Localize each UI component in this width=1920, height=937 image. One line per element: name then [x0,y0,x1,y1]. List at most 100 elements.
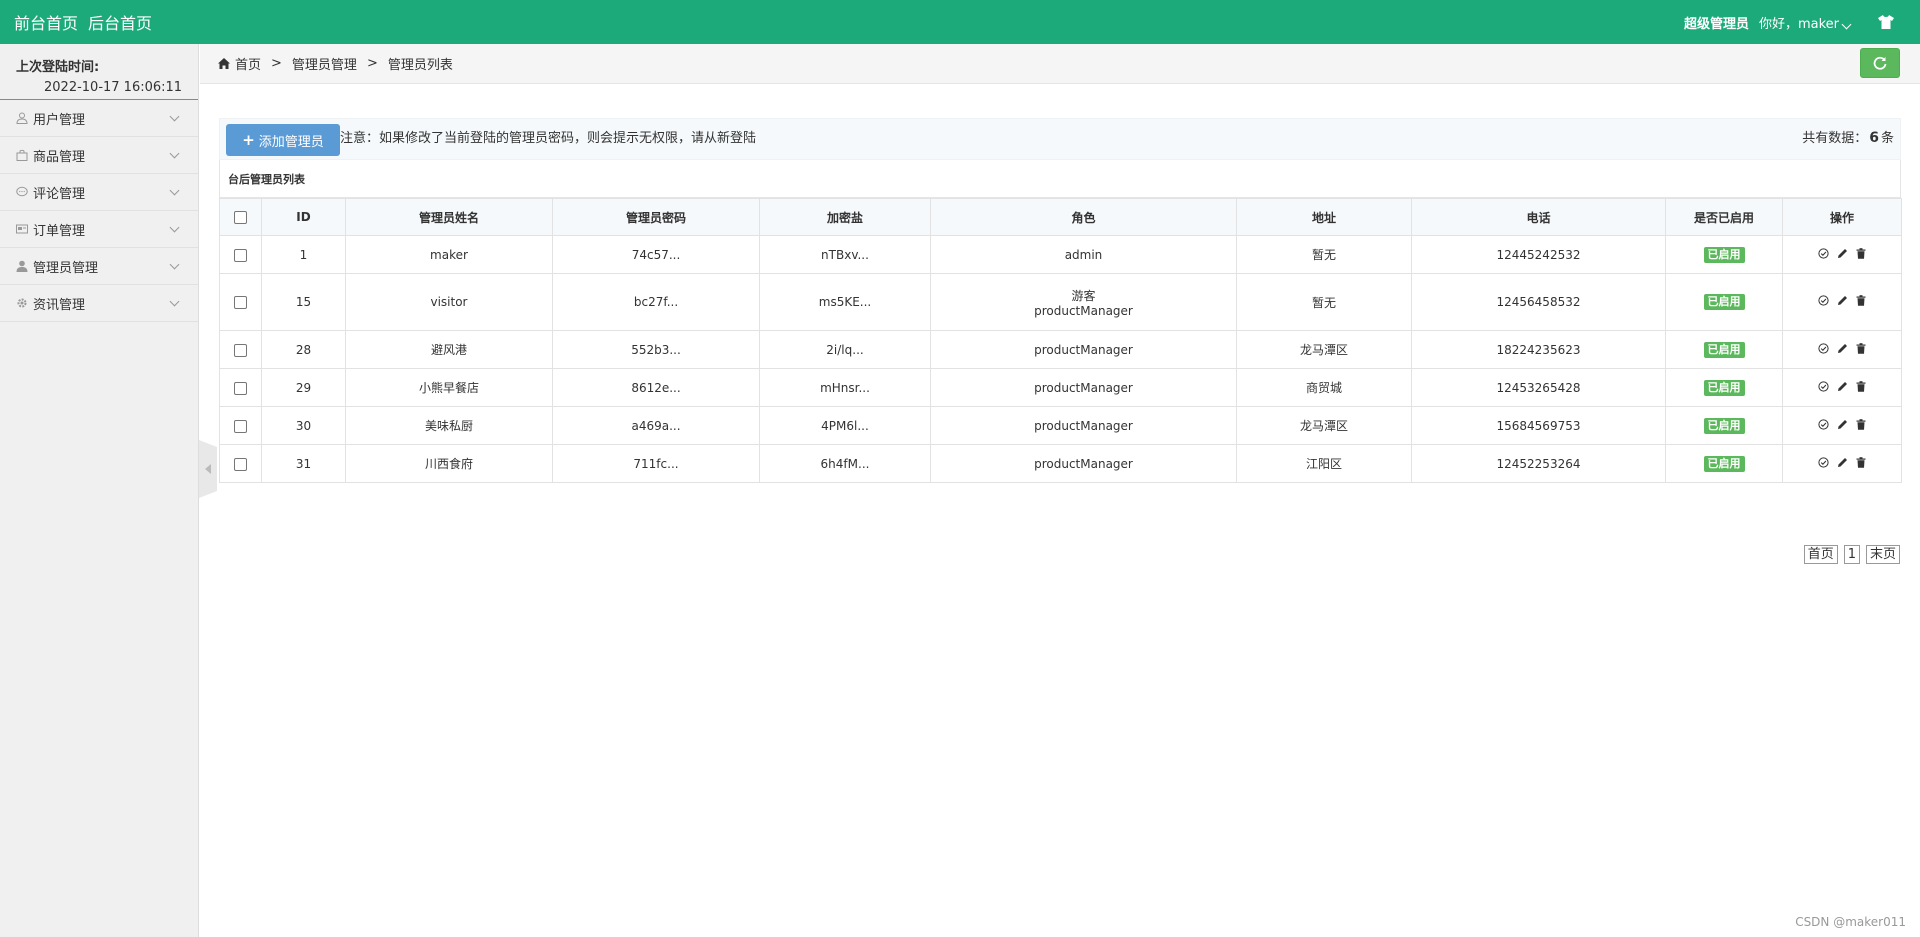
status-badge[interactable]: 已启用 [1703,341,1745,358]
table-row: 31 川西食府 711fc... 6h4fM... productManager 江阳区 1… [219,444,1902,483]
admin-table: ID 管理员姓名 管理员密码 加密盐 角色 地址 电话 是否已启用 操作 1 ma… [219,198,1902,483]
actions-cell [1782,444,1902,483]
edit-icon[interactable] [1837,295,1848,306]
sidebar-item-news[interactable]: 资讯管理 [0,285,198,322]
actions-cell [1782,235,1902,274]
chevron-down-icon [169,259,180,270]
status-badge[interactable]: 已启用 [1703,455,1745,472]
row-checkbox[interactable] [234,296,247,309]
main-content: + 添加管理员 注意：如果修改了当前登陆的管理员密码，则会提示无权限，请从新登陆 … [219,118,1902,483]
delete-icon[interactable] [1856,418,1866,430]
select-all-checkbox[interactable] [234,211,247,224]
watermark: CSDN @maker011 [1795,915,1906,929]
chevron-down-icon [169,296,180,307]
edit-icon[interactable] [1837,419,1848,430]
sidebar-item-users[interactable]: 用户管理 [0,100,198,137]
top-navbar: 前台首页 后台首页 超级管理员 你好，maker [0,0,1920,44]
nav-backend-home[interactable]: 后台首页 [88,10,152,34]
toggle-status-icon[interactable] [1818,295,1829,306]
column-header: 加密盐 [759,198,931,236]
role-value: 游客 [1071,288,1096,303]
breadcrumb-admin-management[interactable]: 管理员管理 [292,54,357,73]
name-cell: 避风港 [345,330,553,369]
refresh-button[interactable] [1860,48,1900,78]
home-icon [218,58,230,69]
role-cell: productManager [930,406,1237,445]
sidebar-item-comments[interactable]: 评论管理 [0,174,198,211]
delete-icon[interactable] [1856,247,1866,259]
shirt-icon[interactable] [1878,15,1894,29]
salt-cell: mHnsr... [759,368,931,407]
sidebar-item-orders[interactable]: 订单管理 [0,211,198,248]
table-row: 28 避风港 552b3... 2i/lq... productManager 龙马潭区 1… [219,330,1902,369]
delete-icon[interactable] [1856,295,1866,306]
sidebar: 上次登陆时间: 2022-10-17 16:06:11 用户管理 商品管理 评论… [0,44,199,937]
nav-frontend-home[interactable]: 前台首页 [14,10,78,34]
toggle-status-icon[interactable] [1818,418,1829,430]
column-header: 电话 [1411,198,1666,236]
row-checkbox[interactable] [234,248,247,262]
user-role: 超级管理员 [1683,16,1749,32]
user-menu[interactable]: 你好，maker [1759,13,1852,32]
role-value: productManager [1034,303,1133,318]
row-checkbox[interactable] [234,419,247,433]
sidebar-collapse-handle[interactable] [199,440,217,498]
delete-icon[interactable] [1856,342,1866,354]
status-badge[interactable]: 已启用 [1703,246,1745,263]
column-header: 是否已启用 [1665,198,1783,236]
password-cell: 711fc... [552,444,760,483]
toggle-status-icon[interactable] [1818,342,1829,354]
toggle-status-icon[interactable] [1818,380,1829,392]
table-header-row: ID 管理员姓名 管理员密码 加密盐 角色 地址 电话 是否已启用 操作 [219,198,1902,236]
sidebar-item-label: 评论管理 [33,186,86,202]
row-checkbox[interactable] [234,343,247,357]
status-badge[interactable]: 已启用 [1703,417,1745,434]
last-page-button[interactable]: 末页 [1865,545,1900,564]
first-page-button[interactable]: 首页 [1803,545,1838,564]
row-checkbox[interactable] [234,457,247,471]
row-checkbox[interactable] [234,381,247,395]
status-badge[interactable]: 已启用 [1703,294,1745,310]
password-cell: 8612e... [552,368,760,407]
row-select-cell [219,235,262,274]
status-cell: 已启用 [1665,444,1783,483]
toggle-status-icon[interactable] [1818,456,1829,468]
user-icon [15,112,28,125]
id-cell: 31 [261,444,346,483]
sidebar-item-admins[interactable]: 管理员管理 [0,248,198,285]
toggle-status-icon[interactable] [1818,247,1829,259]
table-row: 30 美味私厨 a469a... 4PM6l... productManager 龙马潭区… [219,406,1902,445]
id-cell: 15 [261,273,346,331]
status-cell: 已启用 [1665,330,1783,369]
row-select-cell [219,273,262,331]
chevron-down-icon [169,111,180,122]
status-badge[interactable]: 已启用 [1703,379,1745,396]
edit-icon[interactable] [1837,457,1848,468]
total-number: 6 [1869,130,1879,146]
edit-icon[interactable] [1837,248,1848,259]
edit-icon[interactable] [1837,381,1848,392]
select-all-cell [219,198,262,236]
table-body: 1 maker 74c57... nTBxv... admin 暂无 12445242532… [219,235,1902,483]
page-number-button[interactable]: 1 [1843,545,1860,564]
column-header: 角色 [930,198,1237,236]
name-cell: 小熊早餐店 [345,368,553,407]
add-admin-button[interactable]: + 添加管理员 [226,124,340,156]
gear-icon [15,297,28,310]
phone-cell: 12456458532 [1411,273,1666,331]
edit-icon[interactable] [1837,343,1848,354]
breadcrumb-home[interactable]: 首页 [235,54,261,73]
row-select-cell [219,444,262,483]
role-cell: productManager [930,444,1237,483]
id-cell: 1 [261,235,346,274]
sidebar-item-products[interactable]: 商品管理 [0,137,198,174]
chevron-down-icon [169,185,180,196]
delete-icon[interactable] [1856,456,1866,468]
actions-cell [1782,273,1902,331]
name-cell: 美味私厨 [345,406,553,445]
user-area: 超级管理员 你好，maker [1684,0,1894,44]
sidebar-item-label: 管理员管理 [33,260,99,276]
bag-icon [15,149,28,162]
role-cell: 游客 productManager [930,273,1237,331]
delete-icon[interactable] [1856,380,1866,392]
